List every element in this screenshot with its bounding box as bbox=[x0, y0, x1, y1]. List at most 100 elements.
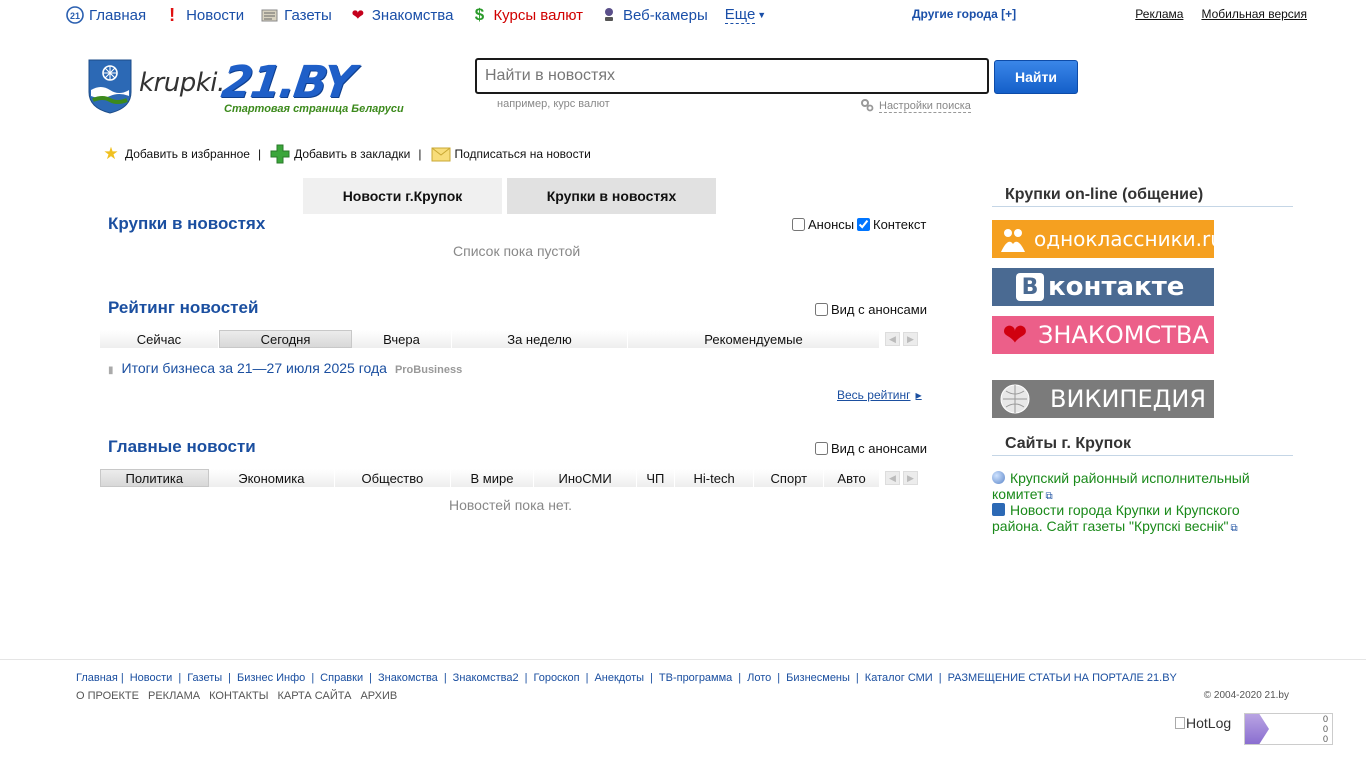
divider: | bbox=[524, 672, 528, 684]
ads-link[interactable]: Реклама bbox=[1135, 7, 1183, 21]
footer-link-references[interactable]: Справки bbox=[320, 672, 363, 684]
rating-filter-recommended[interactable]: Рекомендуемые bbox=[628, 330, 880, 348]
wikipedia-banner[interactable]: ВИКИПЕДИЯ bbox=[992, 380, 1214, 418]
all-rating-link[interactable]: Весь рейтинг ▶ bbox=[837, 388, 922, 402]
envelope-icon bbox=[430, 143, 452, 165]
footer-link-advertising[interactable]: РЕКЛАМА bbox=[148, 690, 200, 702]
news-filter-incidents[interactable]: ЧП bbox=[636, 469, 675, 487]
rating-announces-checkbox-input[interactable] bbox=[815, 303, 828, 316]
news-filter-auto[interactable]: Авто bbox=[824, 469, 880, 487]
vkontakte-banner[interactable]: B контакте bbox=[992, 268, 1214, 306]
nav-news[interactable]: ! Новости bbox=[163, 5, 244, 25]
gears-icon bbox=[860, 98, 874, 115]
footer-link-media-catalog[interactable]: Каталог СМИ bbox=[865, 672, 933, 684]
nav-currency[interactable]: $ Курсы валют bbox=[470, 5, 583, 24]
announces-checkbox-input[interactable] bbox=[792, 218, 805, 231]
footer-link-jokes[interactable]: Анекдоты bbox=[594, 672, 644, 684]
site-link-executive-committee-label: Крупский районный исполнительный комитет bbox=[992, 470, 1250, 502]
counter-values: 0 0 0 bbox=[1269, 714, 1332, 744]
nav-currency-label: Курсы валют bbox=[493, 6, 583, 24]
footer-link-archive[interactable]: АРХИВ bbox=[360, 690, 397, 702]
brand-logo[interactable]: 21.BY bbox=[218, 57, 356, 108]
city-logo-text[interactable]: krupki. bbox=[139, 68, 225, 98]
nav-webcams[interactable]: Веб-камеры bbox=[600, 6, 708, 24]
nav-more[interactable]: Еще bbox=[724, 6, 756, 24]
chevron-down-icon: ▼ bbox=[757, 10, 767, 20]
main-news-announces-checkbox-input[interactable] bbox=[815, 442, 828, 455]
context-label: Контекст bbox=[873, 217, 927, 232]
rating-item-link[interactable]: Итоги бизнеса за 21—27 июля 2025 года bbox=[122, 360, 387, 376]
context-checkbox[interactable]: Контекст bbox=[857, 217, 926, 232]
odnoklassniki-logo-icon bbox=[998, 222, 1028, 256]
footer-link-businessmen[interactable]: Бизнесмены bbox=[786, 672, 850, 684]
nav-dating[interactable]: ❤ Знакомства bbox=[349, 6, 454, 25]
krupki-coat-of-arms-icon[interactable] bbox=[87, 58, 133, 114]
search-settings-link[interactable]: Настройки поиска bbox=[860, 98, 971, 115]
search-input[interactable] bbox=[475, 58, 989, 94]
arrow-right-icon[interactable]: ▶ bbox=[903, 332, 918, 346]
footer-link-post-article[interactable]: РАЗМЕЩЕНИЕ СТАТЬИ НА ПОРТАЛЕ 21.BY bbox=[948, 672, 1177, 684]
footer-link-news[interactable]: Новости bbox=[130, 672, 173, 684]
copyright: © 2004-2020 21.by bbox=[1203, 690, 1289, 701]
footer-link-business-info[interactable]: Бизнес Инфо bbox=[237, 672, 305, 684]
tab-city-news[interactable]: Новости г.Крупок bbox=[303, 178, 502, 214]
add-to-favorites-button[interactable]: ★ Добавить в избранное bbox=[100, 143, 250, 165]
news-filter-economy[interactable]: Экономика bbox=[208, 469, 336, 487]
main-news-announces-checkbox[interactable]: Вид с анонсами bbox=[815, 441, 927, 456]
empty-list-message: Список пока пустой bbox=[453, 243, 581, 259]
footer-link-newspapers[interactable]: Газеты bbox=[187, 672, 222, 684]
wikipedia-label: ВИКИПЕДИЯ bbox=[1050, 385, 1206, 413]
site-link-newspaper[interactable]: Новости города Крупки и Крупского района… bbox=[992, 502, 1262, 537]
other-cities-link[interactable]: Другие города [+] bbox=[912, 7, 1016, 21]
context-checkbox-input[interactable] bbox=[857, 218, 870, 231]
globe-icon bbox=[992, 471, 1005, 484]
rating-filter-week[interactable]: За неделю bbox=[452, 330, 628, 348]
news-filter-society[interactable]: Общество bbox=[335, 469, 451, 487]
divider: | bbox=[855, 672, 859, 684]
rating-filter-yesterday[interactable]: Вчера bbox=[352, 330, 452, 348]
rating-item-source[interactable]: ProBusiness bbox=[395, 364, 462, 376]
nav-home[interactable]: 21 Главная bbox=[66, 6, 146, 24]
arrow-left-icon[interactable]: ◀ bbox=[885, 332, 900, 346]
subscribe-button[interactable]: Подписаться на новости bbox=[430, 143, 591, 165]
divider: | bbox=[228, 672, 231, 684]
news-filter-politics[interactable]: Политика bbox=[100, 469, 209, 487]
odnoklassniki-banner[interactable]: одноклассники.ru bbox=[992, 220, 1223, 258]
site-link-executive-committee[interactable]: Крупский районный исполнительный комитет… bbox=[992, 470, 1262, 505]
rating-announces-checkbox[interactable]: Вид с анонсами bbox=[815, 302, 927, 317]
arrow-right-icon[interactable]: ▶ bbox=[903, 471, 918, 485]
news-filter-hitech[interactable]: Hi-tech bbox=[674, 469, 755, 487]
add-to-bookmarks-button[interactable]: Добавить в закладки bbox=[269, 143, 410, 165]
footer-link-horoscope[interactable]: Гороскоп bbox=[533, 672, 579, 684]
footer-link-home[interactable]: Главная bbox=[76, 672, 118, 684]
footer-links: Главная | Новости | Газеты | Бизнес Инфо | С… bbox=[76, 672, 1177, 684]
star-icon: ★ bbox=[103, 144, 119, 163]
footer-link-lotto[interactable]: Лото bbox=[747, 672, 771, 684]
announces-checkbox[interactable]: Анонсы bbox=[792, 217, 854, 232]
footer-link-contacts[interactable]: КОНТАКТЫ bbox=[209, 690, 268, 702]
rating-filter-today[interactable]: Сегодня bbox=[219, 330, 352, 348]
tab-in-news[interactable]: Крупки в новостях bbox=[507, 178, 716, 214]
search-button[interactable]: Найти bbox=[994, 60, 1078, 94]
footer-link-dating[interactable]: Знакомства bbox=[378, 672, 438, 684]
divider: | bbox=[938, 672, 942, 684]
mobile-version-link[interactable]: Мобильная версия bbox=[1201, 7, 1307, 21]
news-filter-sport[interactable]: Спорт bbox=[754, 469, 825, 487]
news-filter-world[interactable]: В мире bbox=[450, 469, 535, 487]
nav-newspapers[interactable]: Газеты bbox=[261, 6, 332, 24]
footer-secondary-links: О ПРОЕКТЕ РЕКЛАМА КОНТАКТЫ КАРТА САЙТА А… bbox=[76, 690, 397, 702]
webcam-icon bbox=[600, 6, 618, 24]
footer-link-dating2[interactable]: Знакомства2 bbox=[453, 672, 519, 684]
coat-of-arms-icon bbox=[992, 503, 1005, 516]
arrow-left-icon[interactable]: ◀ bbox=[885, 471, 900, 485]
brand-tagline: Стартовая страница Беларуси bbox=[224, 103, 404, 115]
visitor-counter[interactable]: 0 0 0 bbox=[1244, 713, 1333, 745]
footer-link-sitemap[interactable]: КАРТА САЙТА bbox=[277, 690, 351, 702]
nav-webcams-label: Веб-камеры bbox=[622, 6, 708, 24]
hotlog-image[interactable]: HotLog bbox=[1175, 715, 1231, 731]
footer-link-tv[interactable]: ТВ-программа bbox=[659, 672, 732, 684]
rating-filter-now[interactable]: Сейчас bbox=[100, 330, 219, 348]
footer-link-about[interactable]: О ПРОЕКТЕ bbox=[76, 690, 139, 702]
news-filter-inosmi[interactable]: ИноСМИ bbox=[534, 469, 637, 487]
dating-banner[interactable]: ❤ ЗНАКОМСТВА bbox=[992, 316, 1214, 354]
